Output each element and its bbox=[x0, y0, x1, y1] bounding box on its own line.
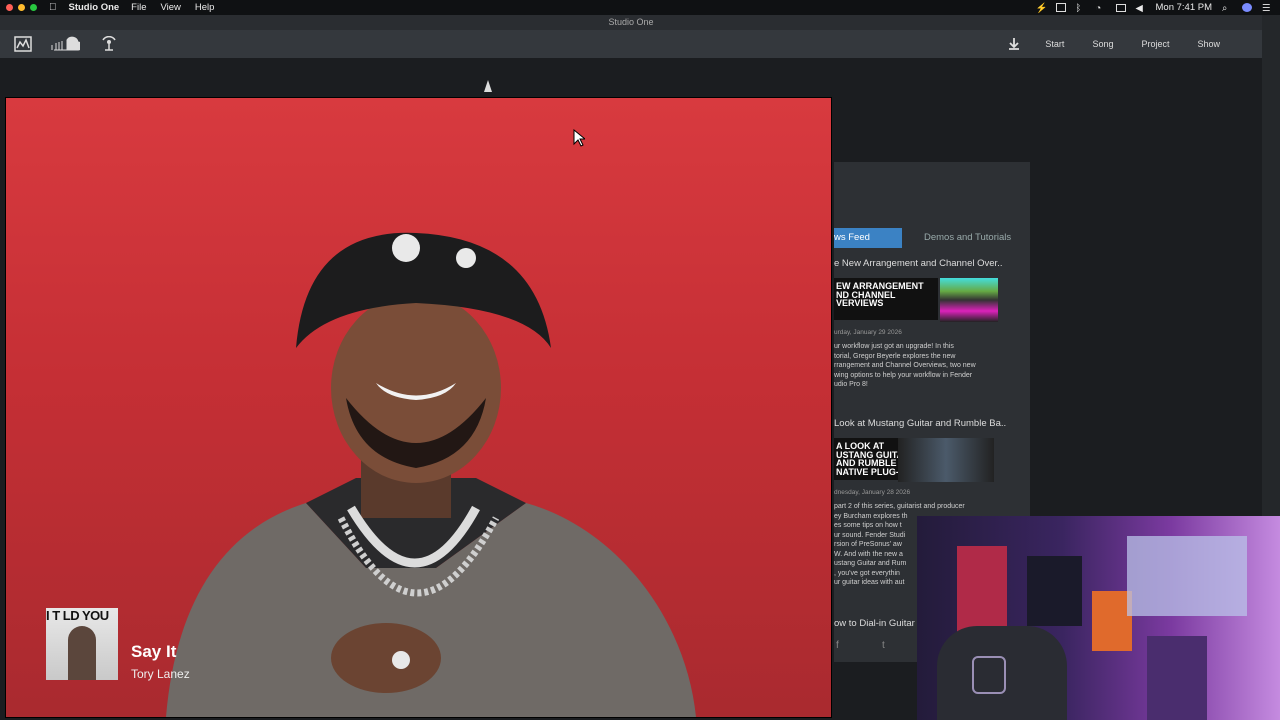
nav-start[interactable]: Start bbox=[1031, 39, 1078, 49]
search-icon[interactable]: ⌕ bbox=[1222, 3, 1232, 14]
news-thumbnail-image[interactable] bbox=[940, 278, 998, 322]
bluetooth-icon[interactable]: ᛒ bbox=[1076, 3, 1086, 14]
album-figure bbox=[68, 626, 96, 680]
volume-icon[interactable]: ◀︎ bbox=[1136, 3, 1146, 14]
facebook-icon[interactable]: f bbox=[836, 640, 839, 651]
control-center-icon[interactable]: ☰ bbox=[1262, 3, 1272, 14]
news-thumbnail-image[interactable] bbox=[898, 438, 994, 482]
nav-show[interactable]: Show bbox=[1183, 39, 1234, 49]
main-toolbar: Start Song Project Show bbox=[0, 30, 1262, 59]
zoom-window-button[interactable] bbox=[30, 4, 37, 11]
chair-logo-icon bbox=[972, 656, 1006, 694]
bolt-icon[interactable]: ⚡ bbox=[1036, 3, 1048, 14]
twitter-icon[interactable]: t bbox=[882, 640, 885, 651]
news-item-meta: urday, January 29 2026 ur workflow just … bbox=[834, 326, 1024, 390]
poster-image bbox=[957, 546, 1007, 636]
clock[interactable]: Mon 7:41 PM bbox=[1156, 2, 1213, 13]
pointer-shape bbox=[484, 80, 492, 92]
news-item-body: ur workflow just got an upgrade! In this… bbox=[834, 343, 976, 388]
window-title: Studio One bbox=[0, 15, 1262, 30]
broadcast-icon[interactable] bbox=[100, 35, 120, 52]
track-title[interactable]: Say It bbox=[131, 642, 176, 662]
app-menu[interactable]: Studio One bbox=[69, 2, 120, 13]
artist-photo bbox=[166, 232, 696, 717]
tab-news-feed[interactable]: ws Feed bbox=[834, 228, 902, 248]
news-item-title[interactable]: e New Arrangement and Channel Over.. bbox=[834, 258, 1024, 269]
news-item[interactable]: Look at Mustang Guitar and Rumble Ba.. bbox=[834, 418, 1024, 429]
nav-song[interactable]: Song bbox=[1078, 39, 1127, 49]
news-item-date: dnesday, January 28 2026 bbox=[834, 489, 911, 496]
window-controls bbox=[6, 4, 37, 11]
news-thumbnail[interactable]: EW ARRANGEMENT ND CHANNEL VERVIEWS bbox=[834, 278, 938, 320]
page-nav: Start Song Project Show bbox=[1007, 30, 1234, 58]
shirt-image bbox=[1027, 556, 1082, 626]
menu-file[interactable]: File bbox=[131, 2, 146, 13]
album-art[interactable]: I T LD YOU bbox=[46, 608, 118, 680]
news-item-date: urday, January 29 2026 bbox=[834, 329, 902, 336]
siri-icon[interactable] bbox=[1242, 3, 1252, 12]
desk-image bbox=[1147, 636, 1207, 720]
album-art-text: I T LD YOU bbox=[46, 608, 109, 623]
menu-view[interactable]: View bbox=[160, 2, 180, 13]
wall-art-image bbox=[1127, 536, 1247, 616]
apple-icon[interactable]:  bbox=[49, 2, 57, 13]
airplay-icon[interactable] bbox=[1115, 3, 1126, 12]
studio-one-logo-icon[interactable] bbox=[14, 36, 34, 52]
news-item[interactable]: e New Arrangement and Channel Over.. bbox=[834, 258, 1024, 269]
calendar-icon[interactable] bbox=[1055, 3, 1066, 12]
wifi-icon[interactable]: ◔ bbox=[1096, 3, 1106, 14]
webcam-overlay bbox=[917, 516, 1280, 720]
close-window-button[interactable] bbox=[6, 4, 13, 11]
minimize-window-button[interactable] bbox=[18, 4, 25, 11]
now-playing-card: I T LD YOU Say It Tory Lanez bbox=[5, 97, 832, 718]
track-artist[interactable]: Tory Lanez bbox=[131, 667, 190, 681]
menu-help[interactable]: Help bbox=[195, 2, 215, 13]
status-area: ⚡ ᛒ ◔ ◀︎ Mon 7:41 PM ⌕ ☰ bbox=[1036, 0, 1273, 15]
figure-image bbox=[1092, 591, 1132, 651]
tab-demos-tutorials[interactable]: Demos and Tutorials bbox=[902, 228, 1011, 248]
soundcloud-icon[interactable] bbox=[50, 36, 83, 52]
news-item-title[interactable]: Look at Mustang Guitar and Rumble Ba.. bbox=[834, 418, 1024, 429]
download-icon[interactable] bbox=[1007, 37, 1021, 51]
macos-menubar:  Studio One File View Help ⚡ ᛒ ◔ ◀︎ Mon… bbox=[0, 0, 1280, 15]
news-tabs: ws Feed Demos and Tutorials bbox=[834, 228, 1030, 248]
nav-project[interactable]: Project bbox=[1127, 39, 1183, 49]
